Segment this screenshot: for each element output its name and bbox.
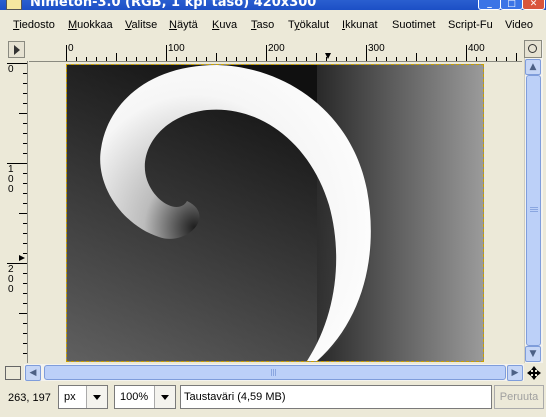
menu-edit-label: Muokkaa [68,19,113,31]
zoom-icon[interactable] [524,40,542,58]
menu-bar: Tiedosto Muokkaa Valitse Näytä Kuva Taso… [0,10,546,39]
horizontal-ruler[interactable]: 0 100 200 300 400 [29,40,522,62]
pointer-coordinates: 263, 197 [8,392,51,404]
app-icon [6,0,22,10]
ruler-label: 100 [168,43,185,54]
pointer-marker-icon [325,53,331,59]
ruler-label: 300 [368,43,385,54]
menu-windows[interactable]: Ikkunat [342,19,378,31]
menu-file[interactable]: Tiedosto [13,19,55,31]
ruler-label: 200 [8,264,14,295]
scroll-right-icon[interactable]: ▶ [507,365,523,381]
image-canvas[interactable] [66,64,484,362]
menu-video-label: Video [505,19,533,31]
cancel-button[interactable]: Peruuta [494,385,544,409]
canvas-area[interactable] [29,62,523,365]
menu-tools[interactable]: Työkalut [288,19,329,31]
zoom-selector[interactable]: 100% [114,385,176,409]
scroll-left-icon[interactable]: ◀ [25,365,41,381]
ruler-label: 100 [8,164,14,195]
close-icon[interactable]: ✕ [522,0,545,10]
menu-view[interactable]: Näytä [169,19,198,31]
vertical-ruler[interactable]: 0 100 200 [4,61,28,363]
unit-value: px [64,391,76,403]
zoom-value: 100% [120,391,149,403]
unit-selector[interactable]: px [58,385,108,409]
status-message: Taustaväri (4,59 MB) [180,385,492,409]
navigate-icon[interactable] [527,366,541,380]
menu-video[interactable]: Video [505,19,533,31]
scroll-down-icon[interactable]: ▼ [525,346,541,362]
menu-filters-label: Suotimet [392,19,436,31]
chevron-down-icon[interactable] [154,386,175,408]
menu-select-label: Valitse [125,19,158,31]
menu-edit[interactable]: Muokkaa [68,19,113,31]
title-bar: Nimetön-3.0 (RGB, 1 kpl taso) 420x300 _ … [0,0,546,10]
ruler-label: 400 [468,43,485,54]
ruler-label: 200 [268,43,285,54]
menu-file-label: Tiedosto [13,19,55,31]
chevron-down-icon[interactable] [86,386,107,408]
menu-image[interactable]: Kuva [212,19,237,31]
menu-filters[interactable]: Suotimet [392,19,435,31]
menu-layer[interactable]: Taso [251,19,274,31]
ruler-label: 0 [8,64,14,75]
menu-tools-label: Työkalut [288,19,330,31]
menu-view-label: Näytä [169,19,198,31]
minimize-icon[interactable]: _ [478,0,501,10]
menu-layer-label: Taso [251,19,275,31]
maximize-icon[interactable]: □ [500,0,523,10]
ruler-label: 0 [68,43,74,54]
menu-image-label: Kuva [212,19,238,31]
quick-mask-icon[interactable] [5,366,21,380]
spiral-gradient-image [67,65,483,361]
menu-select[interactable]: Valitse [125,19,157,31]
status-message-text: Taustaväri (4,59 MB) [184,391,286,403]
menu-script-fu[interactable]: Script-Fu [448,19,493,31]
image-menu-button[interactable] [8,41,25,58]
menu-windows-label: Ikkunat [342,19,378,31]
menu-script-fu-label: Script-Fu [448,19,493,31]
scroll-up-icon[interactable]: ▲ [525,59,541,75]
window-title: Nimetön-3.0 (RGB, 1 kpl taso) 420x300 [30,0,317,10]
pointer-marker-icon [19,255,25,261]
status-bar: 263, 197 px 100% Taustaväri (4,59 MB) Pe… [0,382,546,417]
